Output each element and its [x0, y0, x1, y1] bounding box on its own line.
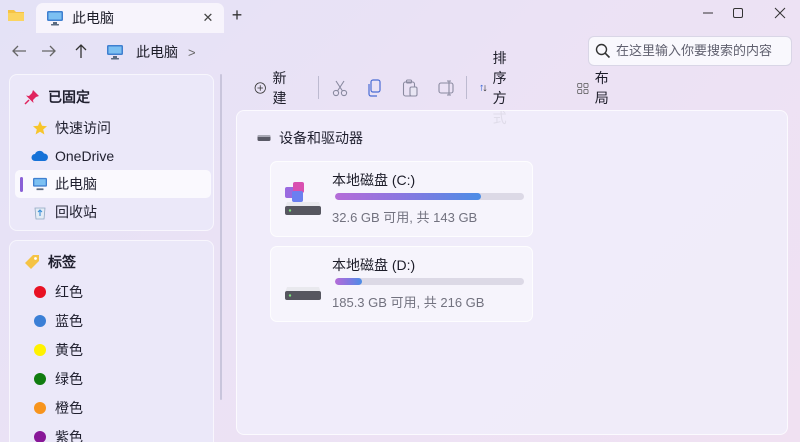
tab-label: 此电脑	[72, 10, 114, 26]
drive-free-space: 32.6 GB 可用, 共 143 GB	[332, 210, 478, 225]
drive-usage-fill	[335, 278, 362, 285]
sidebar-item-this-pc[interactable]: 此电脑	[15, 170, 211, 198]
sidebar-item-tag-orange[interactable]: 橙色	[15, 394, 211, 422]
search-icon	[595, 43, 611, 59]
tag-color-dot	[34, 286, 46, 298]
cut-button[interactable]	[332, 74, 354, 102]
search-input[interactable]	[616, 43, 791, 59]
arrow-left-icon	[12, 45, 26, 57]
sidebar-item-quick-access[interactable]: 快速访问	[15, 114, 211, 142]
new-tab-button[interactable]: +	[227, 5, 247, 25]
breadcrumb-item-this-pc[interactable]: 此电脑	[136, 42, 178, 62]
search-box[interactable]	[588, 36, 792, 66]
sidebar-item-tag-purple[interactable]: 紫色	[15, 423, 211, 442]
sidebar-item-tag-green[interactable]: 绿色	[15, 365, 211, 393]
hard-drive-icon	[285, 287, 321, 300]
content-panel: 设备和驱动器 本地磁盘 (C:) 32.6 GB 可用, 共 143 GB 本地…	[236, 110, 788, 435]
maximize-button[interactable]	[720, 2, 756, 24]
new-button[interactable]: 新建	[254, 70, 292, 106]
breadcrumb[interactable]: 此电脑 >	[106, 41, 196, 63]
maximize-icon	[733, 8, 743, 18]
section-header-devices[interactable]: 设备和驱动器	[257, 128, 363, 148]
breadcrumb-chevron[interactable]: >	[188, 45, 196, 60]
tag-color-dot	[34, 373, 46, 385]
onedrive-cloud-icon	[31, 148, 49, 164]
plus-circle-icon	[254, 82, 266, 94]
folder-icon	[8, 10, 24, 21]
clipboard-icon	[402, 79, 418, 97]
drive-icon	[257, 135, 271, 141]
selection-indicator	[20, 177, 23, 192]
sidebar-item-label: 紫色	[55, 429, 83, 442]
star-icon	[31, 120, 49, 136]
sidebar-item-label: 蓝色	[55, 313, 83, 329]
copy-button[interactable]	[367, 74, 389, 102]
sidebar-item-label: 橙色	[55, 400, 83, 416]
sort-button[interactable]: 排序方式	[480, 50, 516, 126]
toolbar-divider	[318, 76, 319, 99]
back-button[interactable]	[8, 40, 30, 62]
drive-usage-fill	[335, 193, 481, 200]
tags-header[interactable]: 标签	[24, 251, 76, 273]
grid-layout-icon	[577, 82, 589, 94]
sidebar-item-label: 回收站	[55, 204, 97, 220]
tags-section: 标签 红色 蓝色 黄色 绿色 橙色 紫色	[9, 240, 214, 442]
drive-usage-bar	[335, 193, 524, 200]
drive-usage-bar	[335, 278, 524, 285]
close-window-button[interactable]	[762, 2, 798, 24]
sidebar-item-label: OneDrive	[55, 148, 115, 164]
tag-color-dot	[34, 344, 46, 356]
rename-icon	[438, 80, 454, 96]
arrow-right-icon	[42, 45, 56, 57]
scissors-icon	[332, 80, 348, 97]
drive-free-space: 185.3 GB 可用, 共 216 GB	[332, 295, 485, 310]
forward-button[interactable]	[38, 40, 60, 62]
layout-button-label: 布局	[594, 70, 609, 106]
computer-icon	[47, 11, 63, 26]
close-icon	[774, 7, 786, 19]
sidebar-item-tag-yellow[interactable]: 黄色	[15, 336, 211, 364]
pinned-section: 已固定 快速访问 OneDrive 此电脑 回收站	[9, 74, 214, 231]
tag-color-dot	[34, 431, 46, 442]
drive-d-card[interactable]: 本地磁盘 (D:) 185.3 GB 可用, 共 216 GB	[270, 246, 533, 322]
sidebar-item-tag-blue[interactable]: 蓝色	[15, 307, 211, 335]
layout-button[interactable]: 布局	[577, 70, 614, 106]
sidebar-item-label: 红色	[55, 284, 83, 300]
tag-color-dot	[34, 402, 46, 414]
copy-icon	[368, 79, 381, 97]
drive-c-card[interactable]: 本地磁盘 (C:) 32.6 GB 可用, 共 143 GB	[270, 161, 533, 237]
computer-icon	[107, 45, 123, 60]
up-button[interactable]	[70, 40, 92, 62]
drive-name: 本地磁盘 (D:)	[332, 257, 416, 273]
sidebar-item-label: 绿色	[55, 371, 83, 387]
sidebar-item-onedrive[interactable]: OneDrive	[15, 142, 211, 170]
paste-button[interactable]	[402, 74, 424, 102]
windows-system-drive-icon	[285, 182, 321, 215]
sidebar-item-tag-red[interactable]: 红色	[15, 278, 211, 306]
new-button-label: 新建	[272, 70, 287, 106]
rename-button[interactable]	[438, 74, 462, 102]
sidebar-item-label: 快速访问	[55, 120, 111, 136]
arrow-up-icon	[75, 44, 87, 58]
pin-icon	[24, 90, 39, 105]
minimize-icon	[703, 12, 713, 14]
tab-this-pc[interactable]: 此电脑 ✕	[36, 3, 224, 33]
sort-arrows-icon	[480, 84, 487, 92]
sidebar-item-recycle-bin[interactable]: 回收站	[15, 198, 211, 226]
tag-icon	[25, 255, 39, 269]
drive-name: 本地磁盘 (C:)	[332, 172, 416, 188]
title-bar: 此电脑 ✕ +	[0, 0, 800, 34]
sidebar-item-label: 此电脑	[55, 176, 97, 192]
toolbar-divider	[466, 76, 467, 99]
sidebar-resize-handle[interactable]	[220, 74, 222, 400]
close-tab-button[interactable]: ✕	[200, 10, 216, 26]
pinned-header[interactable]: 已固定	[24, 86, 90, 108]
recycle-bin-icon	[31, 204, 49, 220]
computer-icon	[31, 176, 49, 192]
sidebar-item-label: 黄色	[55, 342, 83, 358]
tag-color-dot	[34, 315, 46, 327]
